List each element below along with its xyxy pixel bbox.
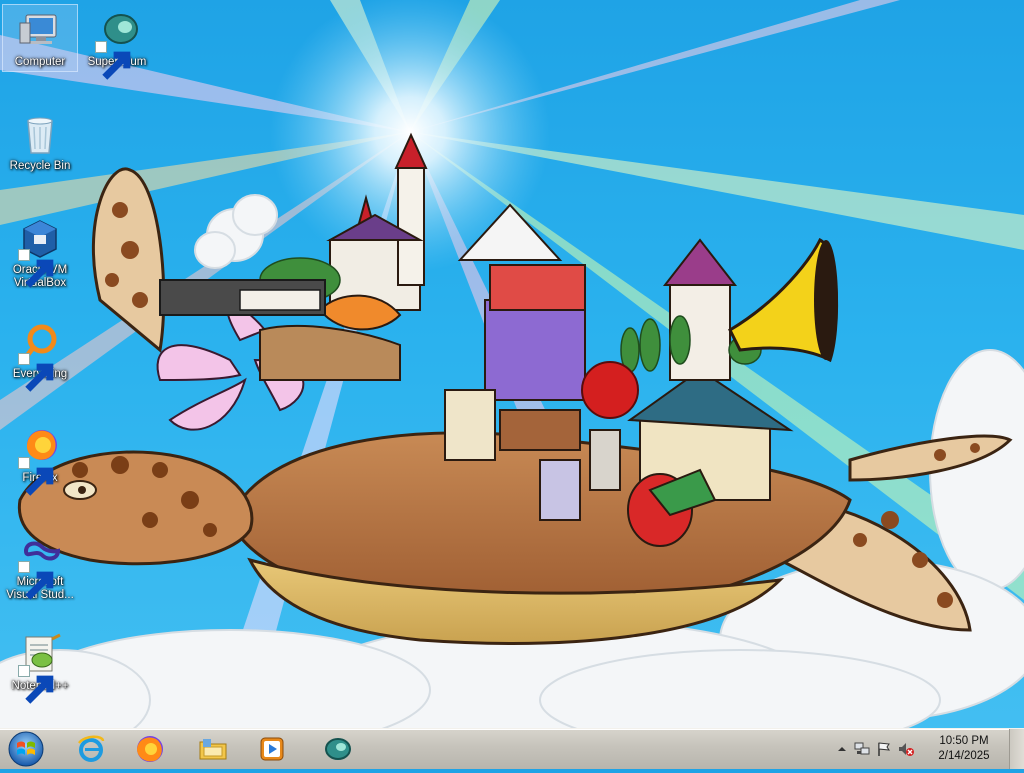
clock-date: 2/14/2025 xyxy=(938,750,990,762)
desktop-icon-notepad-plus-plus[interactable]: Notepad++ xyxy=(3,629,77,704)
desktop-icon-label: Recycle Bin xyxy=(9,160,71,172)
supermium-icon xyxy=(95,9,139,80)
taskbar-firefox[interactable] xyxy=(123,731,177,767)
firefox-icon xyxy=(18,425,62,496)
network-icon xyxy=(854,742,870,755)
start-button[interactable] xyxy=(6,730,46,768)
taskbar-file-explorer[interactable] xyxy=(186,731,240,767)
shortcut-arrow-icon xyxy=(18,249,54,288)
computer-icon xyxy=(18,9,62,53)
shortcut-arrow-icon xyxy=(18,457,54,496)
notepad-plus-plus-icon xyxy=(18,633,62,704)
taskbar-internet-explorer[interactable] xyxy=(64,731,118,767)
internet-explorer-icon xyxy=(78,735,105,762)
action-center-flag-icon xyxy=(878,742,891,756)
shortcut-arrow-icon xyxy=(18,353,54,392)
visual-studio-icon xyxy=(18,529,62,600)
media-player-icon xyxy=(260,737,284,761)
desktop-wallpaper xyxy=(0,0,1024,728)
desktop-icon-supermium[interactable]: Supermium xyxy=(80,5,154,80)
taskbar-clock[interactable]: 10:50 PM 2/14/2025 xyxy=(932,734,996,764)
tray-network[interactable] xyxy=(854,741,870,757)
show-desktop-button[interactable] xyxy=(1009,729,1024,769)
system-tray: 10:50 PM 2/14/2025 xyxy=(834,729,1024,769)
taskbar-media-player[interactable] xyxy=(245,731,299,767)
taskbar: 10:50 PM 2/14/2025 xyxy=(0,728,1024,769)
desktop-icon-everything[interactable]: Everything xyxy=(3,317,77,392)
taskbar-supermium[interactable] xyxy=(309,731,363,767)
everything-search-icon xyxy=(18,321,62,392)
desktop-icon-recycle-bin[interactable]: Recycle Bin xyxy=(3,109,77,175)
tray-action-center[interactable] xyxy=(876,741,892,757)
desktop-icon-virtualbox[interactable]: Oracle VM VirtualBox xyxy=(3,213,77,292)
folder-library-icon xyxy=(199,739,227,760)
windows-start-orb-icon xyxy=(8,731,44,767)
supermium-icon xyxy=(325,738,351,760)
desktop-icon-label: Computer xyxy=(14,56,66,68)
shortcut-arrow-icon xyxy=(18,561,54,600)
volume-muted-icon xyxy=(899,743,914,756)
firefox-icon xyxy=(137,736,163,762)
clock-time: 10:50 PM xyxy=(939,735,989,747)
show-hidden-icons-button[interactable] xyxy=(834,741,850,757)
tray-volume[interactable] xyxy=(898,741,914,757)
shortcut-arrow-icon xyxy=(95,41,131,80)
shortcut-arrow-icon xyxy=(18,665,54,704)
desktop-icon-firefox[interactable]: Firefox xyxy=(3,421,77,496)
virtualbox-icon xyxy=(18,217,62,288)
desktop-icon-visual-studio[interactable]: Microsoft Visual Stud... xyxy=(3,525,77,604)
desktop-icon-computer[interactable]: Computer xyxy=(2,4,78,72)
recycle-bin-icon xyxy=(18,113,62,157)
chevron-up-icon xyxy=(838,747,846,751)
